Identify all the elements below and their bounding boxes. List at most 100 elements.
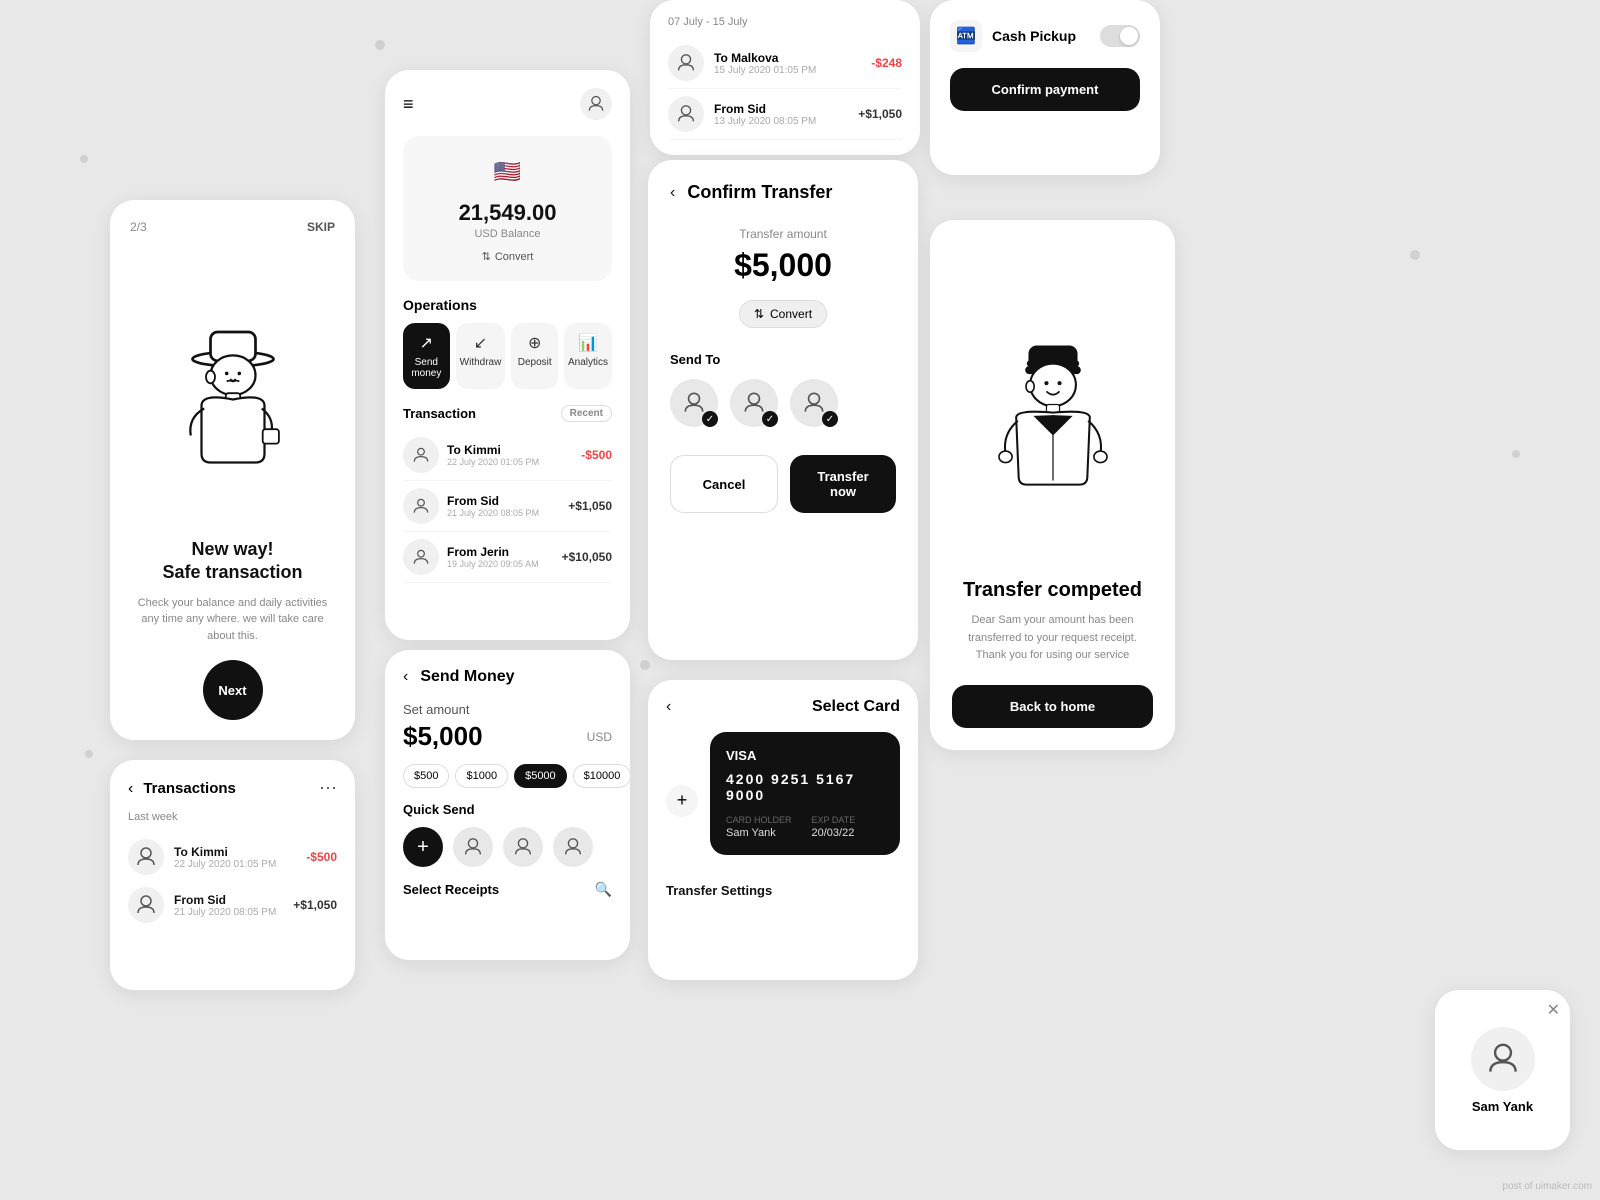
onboarding-title-line1: New way! <box>191 539 273 559</box>
next-button[interactable]: Next <box>203 660 263 720</box>
cash-pickup-toggle[interactable] <box>1100 25 1140 47</box>
history-info: To Malkova 15 July 2020 01:05 PM <box>714 51 861 76</box>
back-to-home-button[interactable]: Back to home <box>952 685 1153 728</box>
deposit-op-button[interactable]: ⊕ Deposit <box>511 323 558 389</box>
transaction-amount: -$500 <box>306 850 337 864</box>
currency-flag: 🇺🇸 <box>488 152 528 192</box>
analytics-op-button[interactable]: 📊 Analytics <box>564 323 612 389</box>
operations-grid: ↗ Send money ↙ Withdraw ⊕ Deposit 📊 Anal… <box>403 323 612 389</box>
visa-logo: VISA <box>726 748 884 763</box>
avatar <box>128 839 164 875</box>
send-to-avatar[interactable]: ✓ <box>730 379 778 427</box>
transaction-amount: +$1,050 <box>293 898 337 912</box>
select-receipts-label: Select Receipts <box>403 882 499 897</box>
chip-10000[interactable]: $10000 <box>573 764 630 788</box>
confirm-payment-button[interactable]: Confirm payment <box>950 68 1140 111</box>
history-card: 07 July - 15 July To Malkova 15 July 202… <box>650 0 920 155</box>
card-holder-label: CARD HOLDER <box>726 815 792 825</box>
dashboard-transaction-row: From Sid 21 July 2020 08:05 PM +$1,050 <box>403 481 612 532</box>
user-profile-name: Sam Yank <box>1472 1099 1533 1114</box>
transaction-amount: -$500 <box>581 448 612 462</box>
avatar <box>403 488 439 524</box>
transaction-info: To Kimmi 22 July 2020 01:05 PM <box>174 845 296 870</box>
visa-card[interactable]: VISA 4200 9251 5167 9000 CARD HOLDER Sam… <box>710 732 900 855</box>
amount-display: $5,000 USD <box>403 721 612 752</box>
transactions-week-label: Last week <box>128 811 337 823</box>
exp-label: EXP DATE <box>812 815 856 825</box>
set-amount-label: Set amount <box>403 702 612 717</box>
convert-pill-button[interactable]: ⇅ Convert <box>739 300 827 328</box>
chip-1000[interactable]: $1000 <box>455 764 508 788</box>
amount-chips: $500 $1000 $5000 $10000 <box>403 764 612 788</box>
transactions-back-button[interactable]: ‹ <box>128 780 133 798</box>
operations-title: Operations <box>403 297 612 313</box>
recent-badge[interactable]: Recent <box>561 405 612 422</box>
cash-pickup-card: 🏧 Cash Pickup Confirm payment <box>930 0 1160 175</box>
contact-avatar[interactable] <box>503 827 543 867</box>
dashboard-transaction-row: To Kimmi 22 July 2020 01:05 PM -$500 <box>403 430 612 481</box>
select-card-title: Select Card <box>812 698 900 716</box>
transaction-date: 21 July 2020 08:05 PM <box>447 508 560 518</box>
send-to-avatar[interactable]: ✓ <box>790 379 838 427</box>
transfer-now-button[interactable]: Transfer now <box>790 455 896 513</box>
convert-button[interactable]: ⇅ Convert <box>482 250 534 263</box>
transaction-name: From Sid <box>174 893 283 907</box>
quick-send-title: Quick Send <box>403 802 612 817</box>
history-info: From Sid 13 July 2020 08:05 PM <box>714 102 848 127</box>
confirm-transfer-card: ‹ Confirm Transfer Transfer amount $5,00… <box>648 160 918 660</box>
onboarding-card: 2/3 SKIP <box>110 200 355 740</box>
onboarding-title-line2: Safe transaction <box>162 562 302 582</box>
send-money-op-button[interactable]: ↗ Send money <box>403 323 450 389</box>
select-card-back-button[interactable]: ‹ <box>666 698 671 716</box>
withdraw-op-button[interactable]: ↙ Withdraw <box>456 323 506 389</box>
currency-selector[interactable]: USD <box>587 730 612 744</box>
add-card-button[interactable]: + <box>666 785 698 817</box>
chip-5000[interactable]: $5000 <box>514 764 567 788</box>
transaction-info: From Sid 21 July 2020 08:05 PM <box>174 893 283 918</box>
transaction-amount: +$1,050 <box>568 499 612 513</box>
dashboard-transaction-row: From Jerin 19 July 2020 09:05 AM +$10,05… <box>403 532 612 583</box>
person-illustration <box>158 296 308 476</box>
chip-500[interactable]: $500 <box>403 764 449 788</box>
transaction-date: 21 July 2020 08:05 PM <box>174 907 283 918</box>
contact-avatar[interactable] <box>453 827 493 867</box>
transaction-info: From Jerin 19 July 2020 09:05 AM <box>447 545 554 569</box>
transaction-date: 22 July 2020 01:05 PM <box>174 859 296 870</box>
contact-avatar[interactable] <box>553 827 593 867</box>
history-amount: -$248 <box>871 56 902 70</box>
user-profile-card: ✕ Sam Yank <box>1435 990 1570 1150</box>
transfer-settings-label: Transfer Settings <box>666 883 900 898</box>
cash-pickup-icon: 🏧 <box>950 20 982 52</box>
close-profile-button[interactable]: ✕ <box>1547 1000 1560 1020</box>
onboarding-text-block: New way! Safe transaction Check your bal… <box>130 538 335 644</box>
send-money-title: Send Money <box>420 668 514 686</box>
skip-button[interactable]: SKIP <box>307 220 335 234</box>
hamburger-menu-icon[interactable]: ≡ <box>403 94 414 115</box>
avatar <box>668 45 704 81</box>
send-money-back-button[interactable]: ‹ <box>403 668 408 686</box>
send-to-avatars: ✓ ✓ ✓ <box>670 379 896 427</box>
send-to-avatar[interactable]: ✓ <box>670 379 718 427</box>
history-name: From Sid <box>714 102 848 116</box>
transaction-row: To Kimmi 22 July 2020 01:05 PM -$500 <box>128 833 337 881</box>
avatar <box>128 887 164 923</box>
profile-avatar-small[interactable] <box>580 88 612 120</box>
history-date: 15 July 2020 01:05 PM <box>714 65 861 76</box>
history-row: To Malkova 15 July 2020 01:05 PM -$248 <box>668 38 902 89</box>
select-card-card: ‹ Select Card + VISA 4200 9251 5167 9000… <box>648 680 918 980</box>
transaction-date: 19 July 2020 09:05 AM <box>447 559 554 569</box>
balance-label: USD Balance <box>419 228 596 240</box>
transaction-name: From Sid <box>447 494 560 508</box>
transaction-section-title: Transaction <box>403 406 476 421</box>
cash-pickup-title: Cash Pickup <box>992 28 1076 44</box>
history-name: To Malkova <box>714 51 861 65</box>
card-number: 4200 9251 5167 9000 <box>726 771 884 803</box>
transactions-card: ‹ Transactions ⋯ Last week To Kimmi 22 J… <box>110 760 355 990</box>
avatar <box>403 539 439 575</box>
dashboard-card: ≡ 🇺🇸 21,549.00 USD Balance ⇅ Convert Ope… <box>385 70 630 640</box>
add-contact-button[interactable]: + <box>403 827 443 867</box>
confirm-transfer-back-button[interactable]: ‹ <box>670 184 675 202</box>
search-icon[interactable]: 🔍 <box>595 881 612 898</box>
cancel-button[interactable]: Cancel <box>670 455 778 513</box>
transactions-more-button[interactable]: ⋯ <box>319 778 337 799</box>
